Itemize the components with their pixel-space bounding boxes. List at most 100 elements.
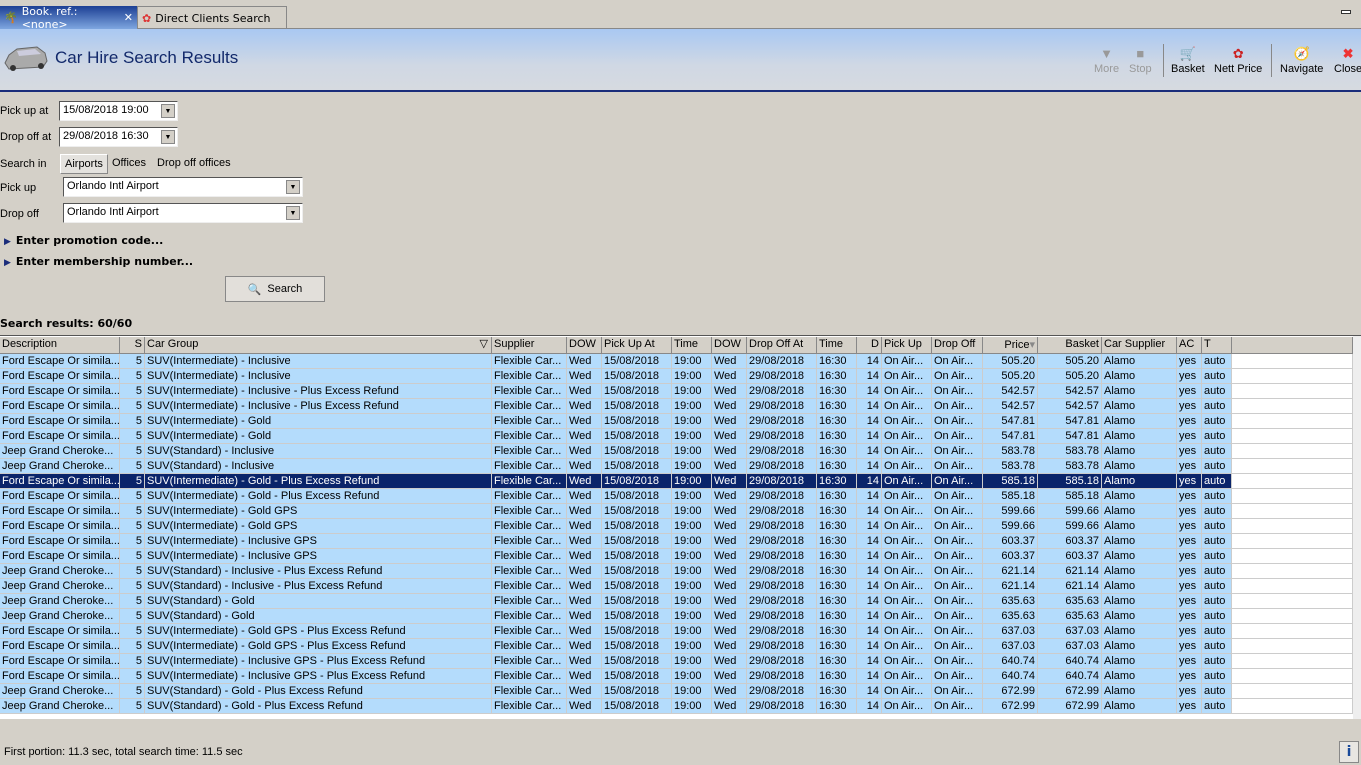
table-cell: On Air... bbox=[932, 549, 983, 564]
column-header[interactable]: Pick Up At bbox=[602, 337, 672, 354]
table-row[interactable]: Jeep Grand Cheroke... 5 SUV(Standard) - Go… bbox=[0, 609, 1353, 624]
column-header[interactable]: Description bbox=[0, 337, 120, 354]
table-cell: SUV(Intermediate) - Inclusive GPS bbox=[145, 549, 492, 564]
tab-booking[interactable]: 🌴 Book. ref.: <none> ✕ bbox=[0, 5, 137, 31]
toolbar-separator bbox=[1163, 44, 1164, 77]
search-in-drop-off-offices[interactable]: Drop off offices bbox=[153, 154, 235, 174]
results-table: Description S Car Group ▽ Supplier DOW Pick Up… bbox=[0, 335, 1361, 719]
column-header[interactable]: Time bbox=[817, 337, 857, 354]
table-row[interactable]: Jeep Grand Cheroke... 5 SUV(Standard) - Go… bbox=[0, 684, 1353, 699]
column-header[interactable]: Pick Up bbox=[882, 337, 932, 354]
column-header[interactable]: Car Group ▽ bbox=[145, 337, 492, 354]
table-row[interactable]: Ford Escape Or simila... 5 SUV(Intermediat… bbox=[0, 624, 1353, 639]
nett-price-button[interactable]: ✿ Nett Price bbox=[1214, 45, 1262, 75]
tab-direct-clients-search[interactable]: ✿ Direct Clients Search bbox=[137, 6, 287, 29]
table-cell: 14 bbox=[857, 459, 882, 474]
table-cell: 16:30 bbox=[817, 399, 857, 414]
table-cell: 5 bbox=[120, 384, 145, 399]
table-row[interactable]: Jeep Grand Cheroke... 5 SUV(Standard) - In… bbox=[0, 444, 1353, 459]
column-header[interactable]: T bbox=[1202, 337, 1232, 354]
dropdown-arrow-icon[interactable]: ▼ bbox=[161, 130, 175, 144]
more-button[interactable]: ▼ More bbox=[1094, 45, 1119, 75]
table-row[interactable]: Ford Escape Or simila... 5 SUV(Intermediat… bbox=[0, 474, 1353, 489]
table-row[interactable]: Ford Escape Or simila... 5 SUV(Intermediat… bbox=[0, 414, 1353, 429]
table-cell: 15/08/2018 bbox=[602, 384, 672, 399]
table-cell: On Air... bbox=[932, 369, 983, 384]
column-header[interactable]: Supplier bbox=[492, 337, 567, 354]
column-header[interactable]: DOW bbox=[567, 337, 602, 354]
column-header[interactable]: Car Supplier bbox=[1102, 337, 1177, 354]
table-row[interactable]: Ford Escape Or simila... 5 SUV(Intermediat… bbox=[0, 639, 1353, 654]
info-button[interactable]: i bbox=[1339, 741, 1359, 763]
search-button[interactable]: 🔍 Search bbox=[225, 276, 325, 302]
table-cell: 505.20 bbox=[1038, 354, 1102, 369]
table-cell: 583.78 bbox=[983, 444, 1038, 459]
search-in-offices[interactable]: Offices bbox=[108, 154, 150, 174]
column-header[interactable]: Basket bbox=[1038, 337, 1102, 354]
table-row[interactable]: Jeep Grand Cheroke... 5 SUV(Standard) - In… bbox=[0, 579, 1353, 594]
table-row[interactable]: Jeep Grand Cheroke... 5 SUV(Standard) - Go… bbox=[0, 699, 1353, 714]
table-cell: On Air... bbox=[932, 459, 983, 474]
table-cell: 29/08/2018 bbox=[747, 594, 817, 609]
membership-number-expander[interactable]: ▶ Enter membership number... bbox=[4, 255, 193, 268]
table-row[interactable]: Ford Escape Or simila... 5 SUV(Intermediat… bbox=[0, 489, 1353, 504]
table-cell: Flexible Car... bbox=[492, 669, 567, 684]
dropoff-at-field[interactable]: 29/08/2018 16:30 ▼ bbox=[59, 127, 178, 147]
table-row[interactable]: Ford Escape Or simila... 5 SUV(Intermediat… bbox=[0, 654, 1353, 669]
table-cell: On Air... bbox=[932, 669, 983, 684]
table-row[interactable]: Ford Escape Or simila... 5 SUV(Intermediat… bbox=[0, 354, 1353, 369]
column-header[interactable]: D bbox=[857, 337, 882, 354]
table-cell: auto bbox=[1202, 549, 1232, 564]
dropdown-arrow-icon[interactable]: ▼ bbox=[286, 206, 300, 220]
basket-button[interactable]: 🛒 Basket bbox=[1171, 45, 1205, 75]
table-row[interactable]: Jeep Grand Cheroke... 5 SUV(Standard) - In… bbox=[0, 564, 1353, 579]
table-row[interactable]: Ford Escape Or simila... 5 SUV(Intermediat… bbox=[0, 429, 1353, 444]
pickup-at-field[interactable]: 15/08/2018 19:00 ▼ bbox=[59, 101, 178, 121]
pickup-select[interactable]: Orlando Intl Airport ▼ bbox=[63, 177, 303, 197]
search-in-airports[interactable]: Airports bbox=[60, 154, 108, 174]
table-row[interactable]: Ford Escape Or simila... 5 SUV(Intermediat… bbox=[0, 669, 1353, 684]
table-row[interactable]: Jeep Grand Cheroke... 5 SUV(Standard) - Go… bbox=[0, 594, 1353, 609]
column-header[interactable]: Drop Off bbox=[932, 337, 983, 354]
table-cell: Jeep Grand Cheroke... bbox=[0, 579, 120, 594]
table-cell: On Air... bbox=[882, 354, 932, 369]
table-cell: Alamo bbox=[1102, 624, 1177, 639]
sort-desc-icon: ▾ bbox=[1029, 339, 1035, 351]
stop-button[interactable]: ■ Stop bbox=[1129, 45, 1152, 75]
promotion-code-expander[interactable]: ▶ Enter promotion code... bbox=[4, 234, 163, 247]
filter-icon[interactable]: ▽ bbox=[480, 337, 488, 350]
table-cell: 585.18 bbox=[1038, 474, 1102, 489]
column-header[interactable]: Drop Off At bbox=[747, 337, 817, 354]
table-cell: Ford Escape Or simila... bbox=[0, 519, 120, 534]
table-row[interactable]: Jeep Grand Cheroke... 5 SUV(Standard) - In… bbox=[0, 459, 1353, 474]
dropdown-arrow-icon[interactable]: ▼ bbox=[161, 104, 175, 118]
table-cell: 5 bbox=[120, 609, 145, 624]
vertical-scrollbar[interactable] bbox=[1353, 336, 1361, 719]
table-row[interactable]: Ford Escape Or simila... 5 SUV(Intermediat… bbox=[0, 384, 1353, 399]
table-row[interactable]: Ford Escape Or simila... 5 SUV(Intermediat… bbox=[0, 519, 1353, 534]
minimize-button[interactable] bbox=[1341, 10, 1351, 14]
table-row[interactable]: Ford Escape Or simila... 5 SUV(Intermediat… bbox=[0, 534, 1353, 549]
table-cell: auto bbox=[1202, 594, 1232, 609]
column-header[interactable]: Price▾ bbox=[983, 337, 1038, 354]
table-cell: SUV(Standard) - Gold - Plus Excess Refun… bbox=[145, 699, 492, 714]
column-header[interactable]: AC bbox=[1177, 337, 1202, 354]
table-cell: SUV(Intermediate) - Gold - Plus Excess R… bbox=[145, 489, 492, 504]
close-tab-icon[interactable]: ✕ bbox=[124, 11, 133, 24]
dropoff-select[interactable]: Orlando Intl Airport ▼ bbox=[63, 203, 303, 223]
table-row[interactable]: Ford Escape Or simila... 5 SUV(Intermediat… bbox=[0, 369, 1353, 384]
column-header[interactable]: S bbox=[120, 337, 145, 354]
table-row[interactable]: Ford Escape Or simila... 5 SUV(Intermediat… bbox=[0, 549, 1353, 564]
table-row[interactable]: Ford Escape Or simila... 5 SUV(Intermediat… bbox=[0, 399, 1353, 414]
table-cell: 5 bbox=[120, 564, 145, 579]
column-header[interactable]: DOW bbox=[712, 337, 747, 354]
close-button[interactable]: ✖ Close bbox=[1334, 45, 1361, 75]
column-header[interactable]: Time bbox=[672, 337, 712, 354]
table-row[interactable]: Ford Escape Or simila... 5 SUV(Intermediat… bbox=[0, 504, 1353, 519]
basket-icon: 🛒 bbox=[1179, 46, 1196, 61]
dropdown-arrow-icon[interactable]: ▼ bbox=[286, 180, 300, 194]
table-cell: 599.66 bbox=[1038, 519, 1102, 534]
table-cell: 547.81 bbox=[983, 429, 1038, 444]
triangle-down-icon: ▼ bbox=[1100, 46, 1113, 61]
navigate-button[interactable]: 🧭 Navigate bbox=[1280, 45, 1323, 75]
